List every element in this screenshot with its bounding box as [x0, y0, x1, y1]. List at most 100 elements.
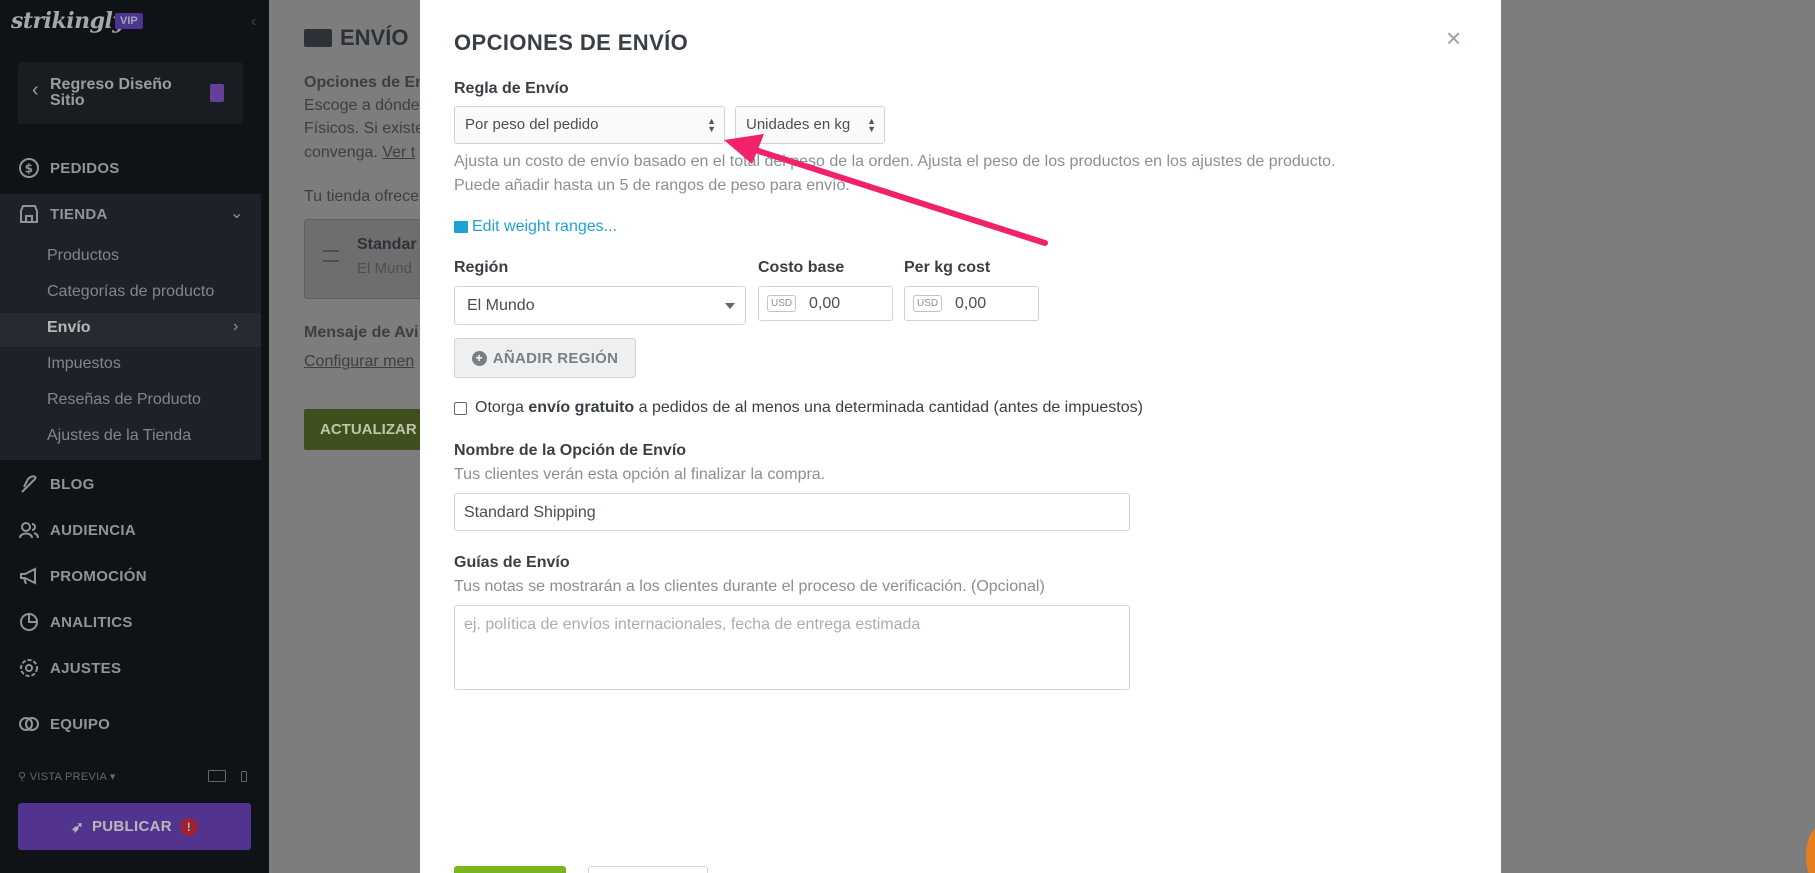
page-icon: [210, 84, 224, 102]
preview-label: VISTA PREVIA: [29, 771, 107, 783]
search-icon: ⚲: [18, 771, 27, 783]
region-label: Región: [454, 259, 509, 276]
nav-equipo-label: EQUIPO: [50, 715, 111, 733]
per-kg-cost-value: 0,00: [955, 295, 987, 312]
nav-ajustes[interactable]: AJUSTES: [18, 657, 121, 679]
option-name-label: Nombre de la Opción de Envío: [454, 442, 687, 459]
region-value: El Mundo: [467, 297, 535, 314]
alert-icon: !: [179, 817, 198, 836]
nav-analitics-label: ANALITICS: [50, 613, 133, 631]
gear-icon: [20, 659, 38, 677]
rocket-icon: ➶: [71, 818, 84, 836]
free-shipping-checkbox[interactable]: [454, 401, 467, 415]
chevron-right-icon: ›: [233, 318, 239, 335]
option-name-help: Tus clientes verán esta opción al finali…: [454, 466, 826, 483]
strikingly-logo: strikingly: [11, 8, 125, 34]
edit-weight-ranges-link[interactable]: Edit weight ranges...: [454, 218, 617, 236]
sidebar-item-ajustes-tienda[interactable]: Ajustes de la Tienda: [47, 427, 191, 445]
base-cost-label: Costo base: [758, 259, 845, 276]
sidebar: strikingly VIP ‹ ‹ Regreso Diseño Sitio …: [0, 0, 269, 873]
modal-title: OPCIONES DE ENVÍO: [454, 30, 689, 55]
bg-desc-line2: Físicos. Si existe: [304, 120, 425, 137]
back-to-design-button[interactable]: ‹ Regreso Diseño Sitio: [18, 62, 243, 124]
nav-blog[interactable]: BLOG: [18, 473, 95, 495]
shipping-rule-value: Por peso del pedido: [465, 116, 599, 133]
option-name-input[interactable]: Standard Shipping: [454, 493, 1130, 531]
nav-promocion[interactable]: PROMOCIÓN: [18, 565, 147, 587]
region-select[interactable]: El Mundo: [454, 286, 746, 325]
bg-update-button: ACTUALIZAR: [304, 409, 434, 450]
close-icon[interactable]: ×: [1446, 25, 1461, 51]
preview-toggle[interactable]: ⚲ VISTA PREVIA ▾: [18, 770, 116, 783]
currency-badge: USD: [913, 295, 943, 312]
bg-message-label: Mensaje de Avi: [304, 324, 419, 341]
dollar-circle-icon: $: [19, 158, 39, 178]
sidebar-item-productos[interactable]: Productos: [47, 247, 119, 265]
nav-promocion-label: PROMOCIÓN: [50, 567, 147, 585]
base-cost-input[interactable]: USD 0,00: [758, 286, 893, 321]
bg-offer-text: Tu tienda ofrece: [304, 188, 420, 205]
bg-desc-line3: convenga. Ver t: [304, 144, 415, 162]
bg-desc-line3-text: convenga.: [304, 144, 378, 161]
select-arrows-icon: ▲ ▼: [867, 116, 876, 134]
users-icon: [19, 522, 39, 539]
plus-circle-icon: +: [471, 350, 487, 366]
shipping-guides-help: Tus notas se mostrarán a los clientes du…: [454, 578, 1045, 595]
per-kg-cost-label: Per kg cost: [904, 259, 991, 276]
save-button[interactable]: [454, 866, 566, 873]
shipping-guides-textarea[interactable]: ej. política de envíos internacionales, …: [454, 605, 1130, 690]
bg-section-label: Opciones de En: [304, 74, 425, 91]
chevron-down-icon[interactable]: ⌄: [230, 203, 243, 223]
sidebar-item-impuestos[interactable]: Impuestos: [47, 355, 121, 373]
shipping-guides-label: Guías de Envío: [454, 554, 570, 571]
nav-tienda-label: TIENDA: [50, 205, 108, 223]
weight-unit-select[interactable]: Unidades en kg ▲ ▼: [735, 106, 885, 144]
nav-ajustes-label: AJUSTES: [50, 659, 122, 677]
collapse-sidebar-icon[interactable]: ‹: [251, 13, 256, 31]
page-title-text: ENVÍO: [340, 25, 409, 50]
chevron-left-icon: ‹: [32, 79, 39, 101]
cancel-button[interactable]: [588, 866, 708, 873]
archive-icon: [454, 221, 468, 233]
nav-audiencia[interactable]: AUDIENCIA: [18, 519, 136, 541]
nav-audiencia-label: AUDIENCIA: [50, 521, 137, 539]
shipping-rule-label: Regla de Envío: [454, 80, 569, 97]
sidebar-item-resenas[interactable]: Reseñas de Producto: [47, 391, 201, 409]
bg-desc-link: Ver t: [382, 144, 416, 161]
drag-handle-icon: [323, 250, 339, 262]
rule-help-line2: Puede añadir hasta un 5 de rangos de pes…: [454, 177, 850, 194]
add-region-button[interactable]: + AÑADIR REGIÓN: [454, 338, 636, 378]
mobile-icon[interactable]: [241, 771, 247, 782]
nav-tienda[interactable]: TIENDA: [18, 203, 108, 225]
caret-down-icon: ▾: [109, 771, 116, 783]
sidebar-item-categorias[interactable]: Categorías de producto: [47, 283, 214, 301]
nav-blog-label: BLOG: [50, 475, 95, 493]
sidebar-item-envio[interactable]: Envío: [47, 319, 91, 337]
active-row-highlight: [0, 313, 261, 347]
currency-badge: USD: [767, 295, 797, 312]
publish-label: PUBLICAR: [91, 818, 172, 835]
nav-pedidos[interactable]: $ PEDIDOS: [18, 157, 120, 179]
vip-badge: VIP: [115, 13, 143, 29]
per-kg-cost-input[interactable]: USD 0,00: [904, 286, 1039, 321]
edit-weight-ranges-label: Edit weight ranges...: [472, 218, 617, 235]
desktop-icon[interactable]: [208, 770, 226, 782]
nav-equipo[interactable]: EQUIPO: [18, 713, 110, 735]
caret-down-icon: [725, 303, 735, 309]
shipping-rule-select[interactable]: Por peso del pedido ▲ ▼: [454, 106, 725, 144]
free-shipping-bold: envío gratuito: [528, 399, 635, 416]
back-to-design-label: Regreso Diseño Sitio: [50, 76, 172, 109]
megaphone-icon: [20, 567, 36, 585]
select-arrows-icon: ▲ ▼: [707, 116, 716, 134]
free-shipping-text: Otorga envío gratuito a pedidos de al me…: [475, 399, 1143, 417]
pie-chart-icon: [20, 613, 38, 631]
team-icon: [19, 717, 39, 731]
nav-analitics[interactable]: ANALITICS: [18, 611, 133, 633]
bg-message-link: Configurar men: [304, 353, 415, 370]
truck-icon: [304, 29, 332, 47]
option-name-value: Standard Shipping: [464, 504, 596, 521]
base-cost-value: 0,00: [809, 295, 841, 312]
bg-card-title: Standar: [357, 236, 417, 253]
publish-button[interactable]: ➶ PUBLICAR !: [18, 803, 251, 850]
free-shipping-post: a pedidos de al menos una determinada ca…: [638, 399, 1143, 416]
